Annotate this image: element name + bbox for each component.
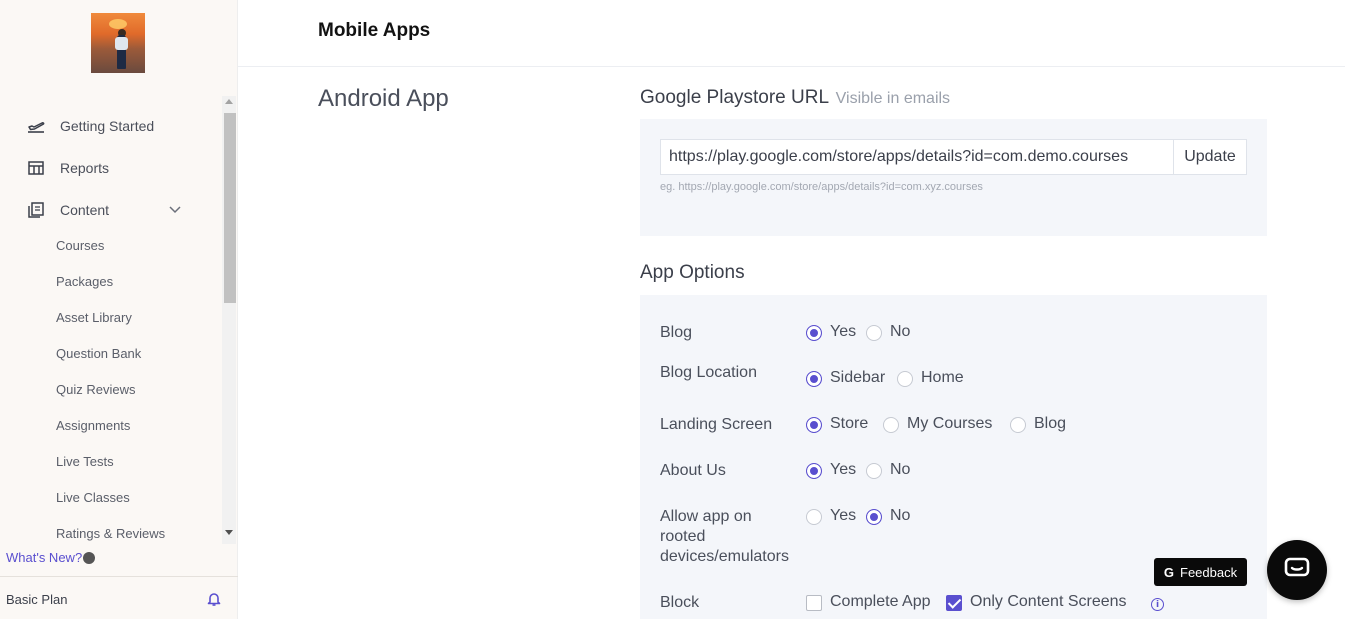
feedback-logo-icon: G [1163, 564, 1175, 580]
bell-icon[interactable] [206, 591, 222, 607]
sidebar-subitem-asset-library[interactable]: Asset Library [56, 310, 132, 325]
radio-blog-no[interactable] [866, 325, 882, 341]
whats-new-link[interactable]: What's New? [6, 550, 96, 565]
option-label-blog-location: Blog Location [660, 364, 757, 381]
sidebar-subitem-live-tests[interactable]: Live Tests [56, 454, 114, 469]
option-label-rooted-line2: rooted [660, 528, 706, 545]
radio-blog-location-sidebar[interactable] [806, 371, 822, 387]
radio-label-home[interactable]: Home [921, 369, 964, 387]
option-label-landing-screen: Landing Screen [660, 416, 773, 433]
checkbox-label-only-content-screens[interactable]: Only Content Screens [970, 593, 1127, 611]
sidebar-footer: Basic Plan [0, 576, 238, 619]
checkbox-complete-app[interactable] [806, 595, 822, 611]
sidebar: Getting Started Reports Content Courses … [0, 0, 238, 619]
playstore-url-input[interactable] [660, 139, 1174, 175]
avatar-sun [109, 19, 127, 29]
info-icon[interactable]: i [1151, 598, 1164, 611]
library-icon [26, 200, 46, 220]
radio-label-blog-yes[interactable]: Yes [830, 323, 856, 341]
app-options-heading: App Options [640, 262, 745, 283]
section-title: Android App [318, 85, 449, 112]
chevron-down-icon[interactable] [168, 203, 182, 217]
option-label-rooted-line3: devices/emulators [660, 548, 789, 565]
playstore-url-heading: Google Playstore URL Visible in emails [640, 87, 950, 109]
sidebar-scrollbar-thumb[interactable] [224, 113, 236, 303]
feedback-button[interactable]: G Feedback [1154, 558, 1247, 586]
whats-new-label: What's New? [6, 550, 83, 565]
radio-rooted-no[interactable] [866, 509, 882, 525]
radio-blog-yes[interactable] [806, 325, 822, 341]
scroll-up-icon[interactable] [225, 99, 233, 104]
radio-label-about-yes[interactable]: Yes [830, 461, 856, 479]
playstore-url-heading-text: Google Playstore URL [640, 87, 829, 108]
sidebar-nav: Getting Started Reports Content Courses … [0, 96, 222, 544]
radio-landing-blog[interactable] [1010, 417, 1026, 433]
radio-blog-location-home[interactable] [897, 371, 913, 387]
option-label-block: Block [660, 594, 700, 611]
radio-rooted-yes[interactable] [806, 509, 822, 525]
sidebar-item-reports[interactable]: Reports [0, 150, 222, 186]
table-icon [26, 158, 46, 178]
sidebar-subitem-courses[interactable]: Courses [56, 238, 104, 253]
checkbox-label-complete-app[interactable]: Complete App [830, 593, 931, 611]
plan-label: Basic Plan [6, 592, 68, 607]
radio-label-blog-no[interactable]: No [890, 323, 910, 341]
radio-label-my-courses[interactable]: My Courses [907, 415, 992, 433]
radio-label-about-no[interactable]: No [890, 461, 910, 479]
playstore-url-example: eg. https://play.google.com/store/apps/d… [660, 181, 983, 193]
sidebar-item-label: Getting Started [60, 118, 155, 134]
radio-about-no[interactable] [866, 463, 882, 479]
radio-label-store[interactable]: Store [830, 415, 868, 433]
radio-landing-store[interactable] [806, 417, 822, 433]
sidebar-subitem-question-bank[interactable]: Question Bank [56, 346, 141, 361]
sidebar-subitem-live-classes[interactable]: Live Classes [56, 490, 130, 505]
radio-label-landing-blog[interactable]: Blog [1034, 415, 1066, 433]
chat-button[interactable] [1267, 540, 1327, 600]
playstore-url-panel: Update eg. https://play.google.com/store… [640, 119, 1267, 236]
sidebar-item-getting-started[interactable]: Getting Started [0, 108, 222, 144]
feedback-label: Feedback [1180, 564, 1238, 580]
avatar-shirt [115, 37, 128, 50]
takeoff-icon [26, 116, 46, 136]
radio-label-sidebar[interactable]: Sidebar [830, 369, 885, 387]
page-title: Mobile Apps [318, 20, 431, 41]
sidebar-subitem-quiz-reviews[interactable]: Quiz Reviews [56, 382, 135, 397]
avatar[interactable] [91, 13, 145, 73]
checkbox-only-content-screens[interactable] [946, 595, 962, 611]
radio-about-yes[interactable] [806, 463, 822, 479]
sidebar-item-label: Reports [60, 160, 110, 176]
sidebar-subitem-assignments[interactable]: Assignments [56, 418, 130, 433]
option-label-rooted-line1: Allow app on [660, 508, 752, 525]
radio-landing-my-courses[interactable] [883, 417, 899, 433]
sidebar-subitem-ratings-reviews[interactable]: Ratings & Reviews [56, 526, 165, 541]
option-label-blog: Blog [660, 324, 693, 341]
sidebar-item-content[interactable]: Content [0, 192, 222, 228]
notification-dot-icon [83, 551, 96, 564]
update-button[interactable]: Update [1173, 139, 1247, 175]
option-label-about-us: About Us [660, 462, 726, 479]
chat-icon [1284, 557, 1310, 584]
sidebar-item-label: Content [60, 202, 110, 218]
sidebar-subitem-packages[interactable]: Packages [56, 274, 113, 289]
scroll-down-icon[interactable] [225, 530, 233, 535]
topbar: Mobile Apps [238, 0, 1345, 67]
radio-label-rooted-no[interactable]: No [890, 507, 910, 525]
playstore-url-hint: Visible in emails [835, 90, 951, 107]
radio-label-rooted-yes[interactable]: Yes [830, 507, 856, 525]
